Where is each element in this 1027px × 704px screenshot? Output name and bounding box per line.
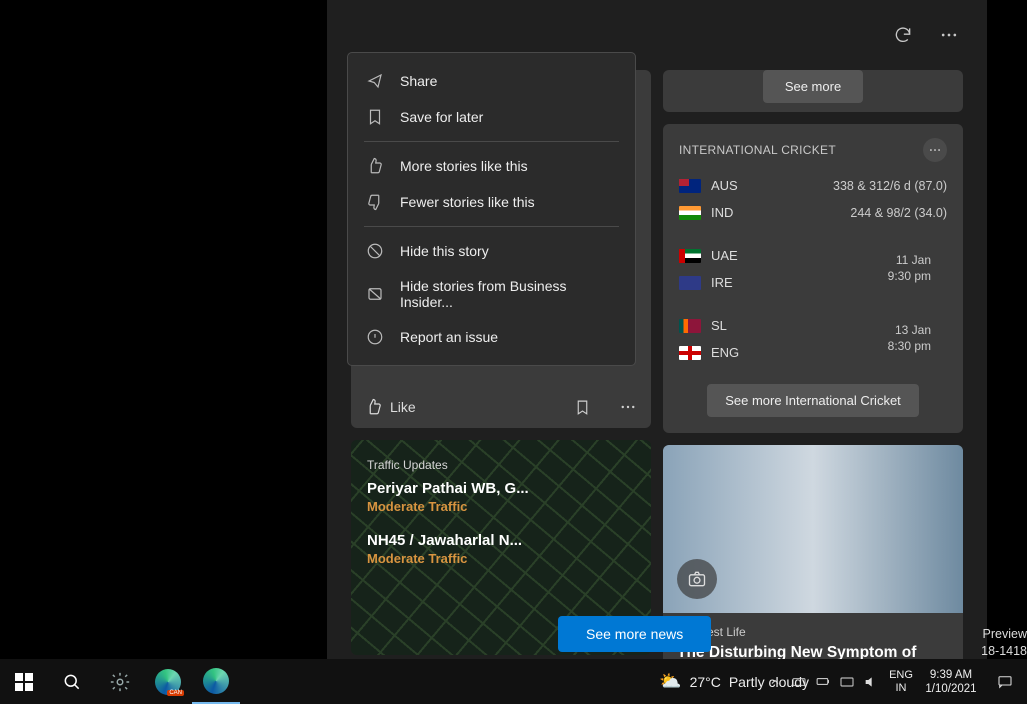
news-image — [663, 445, 963, 613]
ctx-fewer-stories[interactable]: Fewer stories like this — [348, 184, 635, 220]
tray-notifications-icon[interactable] — [983, 659, 1027, 704]
see-more-news-button[interactable]: See more news — [558, 616, 711, 652]
tray-clock[interactable]: 9:39 AM1/10/2021 — [919, 668, 983, 696]
bookmark-icon[interactable] — [574, 399, 591, 416]
card-more-icon[interactable] — [619, 398, 637, 416]
tray-wifi-icon[interactable] — [835, 659, 859, 704]
ctx-report[interactable]: Report an issue — [348, 319, 635, 355]
more-icon[interactable] — [939, 25, 959, 45]
flag-aus-icon — [679, 179, 701, 193]
edge-icon — [155, 669, 181, 695]
weather-icon: ⛅ — [659, 671, 681, 692]
edge-button[interactable] — [192, 659, 240, 704]
traffic-label: Traffic Updates — [367, 458, 635, 472]
flag-ire-icon — [679, 276, 701, 290]
flag-eng-icon — [679, 346, 701, 360]
traffic-route: NH45 / Jawaharlal N... Moderate Traffic — [367, 532, 635, 566]
build-label: Preview18-1418 — [981, 626, 1027, 660]
cricket-title: INTERNATIONAL CRICKET — [679, 143, 836, 157]
fixture-time: 11 Jan9:30 pm — [888, 252, 931, 284]
system-tray: ENGIN 9:39 AM1/10/2021 — [763, 659, 1027, 704]
like-button[interactable]: Like — [365, 398, 416, 416]
ctx-share[interactable]: Share — [348, 63, 635, 99]
ctx-hide-story[interactable]: Hide this story — [348, 233, 635, 269]
tray-chevron-icon[interactable] — [763, 659, 787, 704]
search-button[interactable] — [48, 659, 96, 704]
seemore-card: See more — [663, 70, 963, 112]
context-menu: Share Save for later More stories like t… — [347, 52, 636, 366]
cricket-card: INTERNATIONAL CRICKET AUS 338 & 312/6 d … — [663, 124, 963, 433]
tray-volume-icon[interactable] — [859, 659, 883, 704]
ctx-hide-source[interactable]: Hide stories from Business Insider... — [348, 269, 635, 319]
taskbar: ⛅ 27°C Partly cloudy ENGIN 9:39 AM1/10/2… — [0, 659, 1027, 704]
news-feed-panel: together: R Ashwin Like — [327, 0, 987, 659]
edge-canary-button[interactable] — [144, 659, 192, 704]
start-button[interactable] — [0, 659, 48, 704]
ctx-save[interactable]: Save for later — [348, 99, 635, 135]
tray-language[interactable]: ENGIN — [883, 669, 919, 695]
tray-battery-icon[interactable] — [811, 659, 835, 704]
traffic-route: Periyar Pathai WB, G... Moderate Traffic — [367, 480, 635, 514]
flag-sl-icon — [679, 319, 701, 333]
gallery-icon[interactable] — [677, 559, 717, 599]
match-row[interactable]: IND 244 & 98/2 (34.0) — [679, 199, 947, 226]
see-more-button[interactable]: See more — [763, 70, 863, 103]
refresh-icon[interactable] — [893, 25, 913, 45]
fixture-block[interactable]: SL ENG 13 Jan8:30 pm — [679, 312, 947, 366]
cricket-more-icon[interactable] — [923, 138, 947, 162]
cricket-seemore-button[interactable]: See more International Cricket — [707, 384, 919, 417]
flag-uae-icon — [679, 249, 701, 263]
settings-button[interactable] — [96, 659, 144, 704]
match-row[interactable]: AUS 338 & 312/6 d (87.0) — [679, 172, 947, 199]
windows-icon — [15, 673, 33, 691]
ctx-more-stories[interactable]: More stories like this — [348, 148, 635, 184]
fixture-time: 13 Jan8:30 pm — [888, 322, 931, 354]
tray-keyboard-icon[interactable] — [787, 659, 811, 704]
fixture-block[interactable]: UAE IRE 11 Jan9:30 pm — [679, 242, 947, 296]
edge-icon — [203, 668, 229, 694]
flag-ind-icon — [679, 206, 701, 220]
